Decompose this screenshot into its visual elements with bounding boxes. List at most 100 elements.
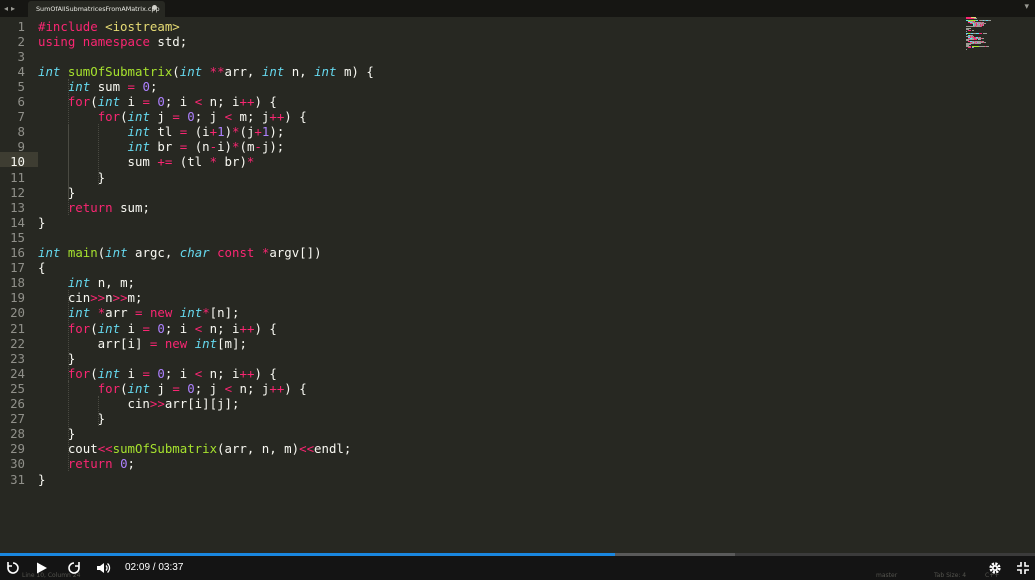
tab-file[interactable]: SumOfAllSubmatricesFromAMatrix.cpp	[28, 1, 165, 17]
code-token: *	[232, 124, 240, 140]
line-number: 18	[10, 275, 25, 291]
line-number: 8	[17, 124, 25, 140]
code-token: int	[97, 320, 121, 336]
dot-close-icon[interactable]	[152, 5, 157, 10]
chevron-down-icon[interactable]: ▾	[1024, 2, 1029, 12]
code-line[interactable]: }	[38, 411, 105, 426]
code-token: =	[172, 380, 180, 396]
code-token: j);	[261, 139, 285, 155]
code-line[interactable]: arr[i] = new int[m];	[38, 336, 247, 351]
code-line[interactable]: for(int i = 0; i < n; i++) {	[38, 321, 277, 336]
code-line[interactable]: for(int j = 0; j < n; j++) {	[38, 381, 307, 396]
code-line[interactable]: for(int i = 0; i < n; i++) {	[38, 366, 277, 381]
code-token: (	[90, 365, 98, 381]
code-token: }	[38, 184, 76, 200]
code-token: for	[67, 320, 91, 336]
code-token: ++	[269, 380, 285, 396]
code-line[interactable]: {	[38, 260, 45, 275]
code-line[interactable]: int n, m;	[38, 275, 135, 290]
code-line[interactable]: }	[38, 215, 45, 230]
replay-icon[interactable]	[5, 560, 21, 576]
fullscreen-exit-icon[interactable]	[1015, 560, 1031, 576]
code-line[interactable]: }	[38, 185, 75, 200]
code-token: {	[38, 260, 46, 276]
minimap[interactable]	[966, 17, 996, 50]
line-number: 25	[10, 380, 25, 396]
minimap-mark	[981, 38, 984, 39]
code-token: (	[120, 380, 128, 396]
code-token: (n	[187, 139, 210, 155]
code-line[interactable]: }	[38, 170, 105, 185]
code-token: for	[97, 109, 121, 125]
code-line[interactable]: #include <iostream>	[38, 19, 180, 34]
code-token: endl;	[314, 441, 352, 457]
chevron-left-icon[interactable]: ◂	[4, 4, 8, 13]
code-token: n; j	[232, 380, 270, 396]
play-icon[interactable]	[33, 560, 49, 576]
volume-icon[interactable]	[95, 560, 111, 576]
line-number: 1	[17, 18, 25, 34]
code-token: <iostream>	[105, 18, 180, 34]
code-token: m;	[127, 290, 143, 306]
code-line[interactable]: int main(int argc, char const *argv[])	[38, 245, 322, 260]
code-line[interactable]: int tl = (i+1)*(j+1);	[38, 124, 285, 140]
code-token: int	[38, 245, 61, 260]
line-number: 11	[10, 169, 25, 185]
code-line[interactable]: sum += (tl * br)*	[38, 154, 255, 170]
code-line[interactable]: cin>>n>>m;	[38, 290, 143, 306]
code-line[interactable]: }	[38, 472, 45, 487]
code-token: br	[149, 139, 180, 155]
status-branch: master	[876, 572, 898, 579]
code-token: sumOfSubmatrix	[67, 63, 173, 79]
code-line[interactable]: using namespace std;	[38, 34, 187, 49]
code-token: const	[217, 245, 255, 260]
code-token: br)	[217, 154, 247, 170]
code-line[interactable]: int sumOfSubmatrix(int **arr, int n, int…	[38, 64, 374, 79]
code-editor[interactable]: ◂ ▸ SumOfAllSubmatricesFromAMatrix.cpp ▾…	[0, 0, 1035, 580]
code-token: argc,	[127, 245, 180, 260]
code-line[interactable]: return 0;	[38, 456, 135, 471]
code-token: **	[209, 63, 225, 79]
code-token: int	[127, 109, 150, 125]
minimap-mark	[966, 33, 967, 35]
code-token: n,	[284, 63, 315, 79]
code-token: }	[38, 350, 76, 366]
gear-icon[interactable]	[987, 560, 1003, 576]
minimap-mark	[984, 23, 986, 25]
minimap-mark	[975, 43, 981, 45]
code-line[interactable]: for(int i = 0; i < n; i++) {	[38, 94, 277, 109]
tab-navigation: ◂ ▸	[4, 1, 15, 15]
code-line[interactable]: }	[38, 351, 75, 366]
code-line[interactable]: return sum;	[38, 200, 150, 215]
code-line[interactable]: }	[38, 426, 75, 441]
minimap-mark	[988, 20, 991, 22]
chevron-right-icon[interactable]: ▸	[11, 4, 15, 13]
code-token: return	[67, 456, 113, 472]
code-token: =	[142, 365, 150, 381]
code-line[interactable]: cout<<sumOfSubmatrix(arr, n, m)<<endl;	[38, 441, 352, 457]
forward-icon[interactable]	[66, 560, 82, 576]
code-line[interactable]: for(int j = 0; j < m; j++) {	[38, 109, 307, 124]
code-token: int	[38, 63, 61, 79]
time-readout: 02:09 / 03:37	[125, 562, 184, 573]
line-number: 22	[10, 335, 25, 351]
code-line[interactable]: int sum = 0;	[38, 78, 158, 94]
line-number: 13	[10, 199, 25, 215]
code-line[interactable]: int br = (n-i)*(m-j);	[38, 139, 285, 155]
line-number: 19	[10, 290, 25, 306]
code-token: }	[38, 169, 106, 185]
code-token: =	[172, 109, 180, 125]
line-number: 24	[10, 365, 25, 381]
code-token: int	[67, 78, 91, 94]
code-token: int	[127, 139, 150, 155]
